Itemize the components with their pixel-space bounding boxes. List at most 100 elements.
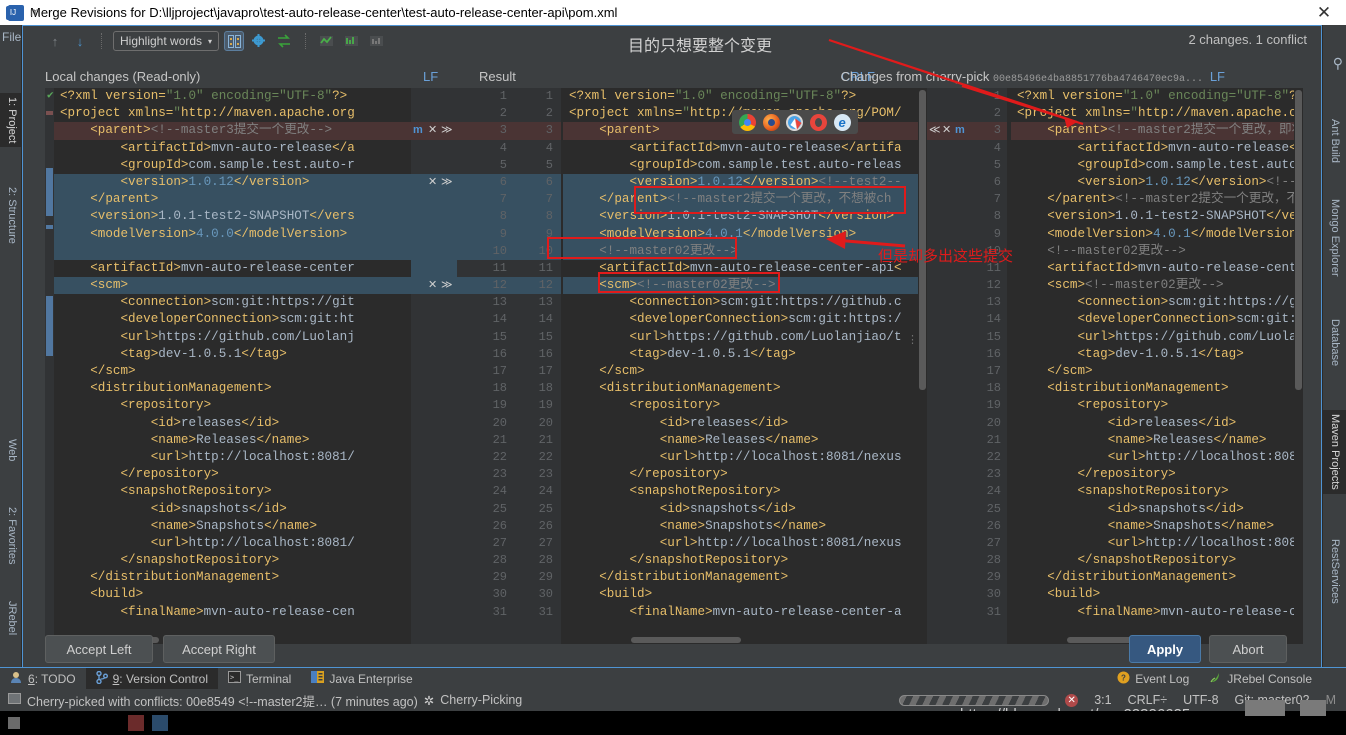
right-gutter-markers[interactable]: ≪ ✕ m bbox=[927, 88, 967, 644]
code-line[interactable]: <artifactId>mvn-auto-release</artifa bbox=[563, 140, 927, 157]
code-line[interactable]: <artifactId>mvn-auto-release</a bbox=[54, 140, 411, 157]
code-line[interactable]: <?xml version="1.0" encoding="UTF-8"?>✔ bbox=[1011, 88, 1303, 105]
code-line[interactable]: <version>1.0.12</version><!--test bbox=[1011, 174, 1303, 191]
next-difference-button[interactable]: ↓ bbox=[70, 31, 90, 51]
code-line[interactable]: <parent><!--master3提交一个更改--> bbox=[54, 122, 411, 140]
code-line[interactable]: <id>snapshots</id> bbox=[1011, 501, 1303, 518]
ignore-change-icon-3[interactable]: ✕ bbox=[428, 277, 437, 294]
code-line[interactable]: <name>Releases</name> bbox=[54, 432, 411, 449]
code-line[interactable]: <tag>dev-1.0.5.1</tag> bbox=[563, 346, 927, 363]
code-line[interactable]: <groupId>com.sample.test.auto-rel bbox=[1011, 157, 1303, 174]
code-line[interactable]: </parent><!--master2提交一个更改，不想被ch bbox=[563, 191, 927, 209]
result-editor-pane[interactable]: <?xml version="1.0" encoding="UTF-8"?> <p… bbox=[561, 88, 927, 644]
code-line[interactable]: <url>http://localhost:8081/nexus bbox=[563, 535, 927, 552]
code-line[interactable]: </snapshotRepository> bbox=[54, 552, 411, 569]
code-line[interactable]: <connection>scm:git:https://githu bbox=[1011, 294, 1303, 311]
code-line[interactable]: <groupId>com.sample.test.auto-r bbox=[54, 157, 411, 174]
code-line[interactable]: <project xmlns="http://maven.apache.org/… bbox=[1011, 105, 1303, 122]
code-line[interactable]: <url>https://github.com/Luolanjia bbox=[1011, 329, 1303, 346]
code-line[interactable]: </parent> bbox=[54, 191, 411, 209]
code-line[interactable]: <url>http://localhost:8081/ne bbox=[1011, 449, 1303, 466]
sidebar-item-project[interactable]: 1: Project bbox=[0, 93, 22, 148]
code-line[interactable]: <version>1.0.1-test2-SNAPSHOT</version> bbox=[563, 208, 927, 226]
chrome-icon[interactable] bbox=[739, 113, 757, 131]
code-line[interactable]: <snapshotRepository> bbox=[54, 483, 411, 500]
code-line[interactable]: <artifactId>mvn-auto-release</art bbox=[1011, 140, 1303, 157]
code-line[interactable]: <url>https://github.com/Luolanj bbox=[54, 329, 411, 346]
merge-right-icon[interactable]: m bbox=[955, 122, 965, 139]
code-line[interactable]: </repository> bbox=[54, 466, 411, 483]
opera-icon[interactable] bbox=[810, 113, 828, 131]
highlight-mode-dropdown[interactable]: Highlight words ▾ bbox=[113, 31, 220, 51]
code-line[interactable]: <modelVersion>4.0.1</modelVersion> bbox=[563, 225, 927, 243]
code-line[interactable]: <connection>scm:git:https://git bbox=[54, 294, 411, 311]
code-line[interactable]: </repository> bbox=[563, 466, 927, 483]
collapse-unchanged-icon[interactable] bbox=[224, 31, 245, 51]
code-line[interactable]: </distributionManagement> bbox=[563, 569, 927, 586]
code-line[interactable]: <scm><!--master02更改--> bbox=[1011, 277, 1303, 294]
right-code-content[interactable]: <?xml version="1.0" encoding="UTF-8"?>✔<… bbox=[1011, 88, 1303, 644]
tool-window-terminal[interactable]: >_ Terminal bbox=[218, 668, 301, 690]
result-code-content[interactable]: <?xml version="1.0" encoding="UTF-8"?> <p… bbox=[563, 88, 927, 644]
tool-window-todo[interactable]: 6: TODO bbox=[0, 668, 86, 690]
code-line[interactable]: <distributionManagement> bbox=[54, 380, 411, 397]
code-line[interactable]: <artifactId>mvn-auto-release-center-a bbox=[1011, 260, 1303, 277]
code-line[interactable]: <project xmlns="http://maven.apache.org bbox=[54, 105, 411, 122]
accept-left-button[interactable]: Accept Left bbox=[45, 635, 153, 663]
code-line[interactable]: </scm> bbox=[563, 363, 927, 380]
code-line[interactable]: </distributionManagement> bbox=[1011, 569, 1303, 586]
left-line-ending[interactable]: LF bbox=[423, 69, 438, 87]
file-encoding[interactable]: UTF-8 bbox=[1183, 693, 1218, 707]
code-line[interactable]: <repository> bbox=[563, 397, 927, 414]
safari-icon[interactable] bbox=[786, 113, 804, 131]
code-line[interactable]: <build> bbox=[54, 586, 411, 603]
code-line[interactable]: <connection>scm:git:https://github.c bbox=[563, 294, 927, 311]
accept-right-button[interactable]: Accept Right bbox=[163, 635, 275, 663]
code-line[interactable]: <version>1.0.1-test2-SNAPSHOT</versio bbox=[1011, 208, 1303, 225]
result-vertical-scrollbar[interactable] bbox=[918, 88, 927, 644]
caret-position[interactable]: 3:1 bbox=[1094, 693, 1111, 707]
code-line[interactable]: <name>Snapshots</name> bbox=[54, 518, 411, 535]
cancel-task-icon[interactable]: ✕ bbox=[1065, 693, 1079, 707]
left-gutter-markers[interactable]: m ✕ ≫ ✕ ≫ ✕ ≫ bbox=[411, 88, 457, 644]
code-line[interactable]: <?xml version="1.0" encoding="UTF-8"?>✔ bbox=[47, 88, 411, 105]
left-code-content[interactable]: <?xml version="1.0" encoding="UTF-8"?> ✔ <… bbox=[47, 88, 411, 644]
abort-button[interactable]: Abort bbox=[1209, 635, 1287, 663]
code-line[interactable]: <build> bbox=[563, 586, 927, 603]
right-line-ending[interactable]: LF bbox=[1210, 69, 1225, 84]
code-line[interactable]: </distributionManagement> bbox=[54, 569, 411, 586]
code-line[interactable]: <version>1.0.12</version><!--test2-- bbox=[563, 173, 927, 192]
code-line[interactable]: </parent><!--master2提交一个更改，不想被 bbox=[1011, 191, 1303, 208]
sidebar-item-mongo-explorer[interactable]: Mongo Explorer bbox=[1322, 195, 1346, 281]
sidebar-item-structure[interactable]: 2: Structure bbox=[0, 183, 22, 248]
right-editor-pane[interactable]: <?xml version="1.0" encoding="UTF-8"?>✔<… bbox=[1007, 88, 1303, 644]
apply-change-right-icon[interactable]: ≫ bbox=[441, 122, 453, 139]
ignore-change-right-icon[interactable]: ✕ bbox=[942, 122, 951, 139]
search-icon[interactable]: ⚲ bbox=[1333, 55, 1343, 72]
apply-button[interactable]: Apply bbox=[1129, 635, 1201, 663]
tool-window-version-control[interactable]: 9: Version Control bbox=[85, 667, 218, 690]
code-line[interactable]: <!--master02更改--> bbox=[1011, 243, 1303, 260]
code-line[interactable]: <version>1.0.1-test2-SNAPSHOT</vers bbox=[54, 208, 411, 226]
ignore-change-icon-2[interactable]: ✕ bbox=[428, 174, 437, 191]
code-line[interactable]: <url>http://localhost:8081/ bbox=[54, 535, 411, 552]
sidebar-item-favorites[interactable]: 2: Favorites bbox=[0, 503, 22, 568]
memory-indicator[interactable]: M bbox=[1326, 693, 1336, 707]
sidebar-item-rest-services[interactable]: RestServices bbox=[1322, 535, 1346, 608]
code-line[interactable] bbox=[54, 242, 411, 260]
code-line[interactable]: <developerConnection>scm:git:ht bbox=[54, 311, 411, 328]
code-line[interactable]: </snapshotRepository> bbox=[1011, 552, 1303, 569]
code-line[interactable]: <name>Releases</name> bbox=[1011, 432, 1303, 449]
firefox-icon[interactable] bbox=[762, 113, 780, 131]
code-line[interactable]: </scm> bbox=[1011, 363, 1303, 380]
code-line[interactable]: </scm> bbox=[54, 363, 411, 380]
code-line[interactable]: <name>Snapshots</name> bbox=[1011, 518, 1303, 535]
code-line[interactable]: <groupId>com.sample.test.auto-releas bbox=[563, 157, 927, 174]
code-line[interactable]: <repository> bbox=[1011, 397, 1303, 414]
code-line[interactable]: <scm> bbox=[54, 277, 411, 295]
apply-non-conflicting-right-icon[interactable] bbox=[367, 31, 387, 51]
menu-file[interactable]: File bbox=[2, 30, 21, 44]
code-line[interactable]: <artifactId>mvn-auto-release-center bbox=[54, 260, 411, 277]
swap-sides-icon[interactable] bbox=[274, 31, 294, 51]
sidebar-item-ant-build[interactable]: Ant Build bbox=[1322, 115, 1346, 167]
